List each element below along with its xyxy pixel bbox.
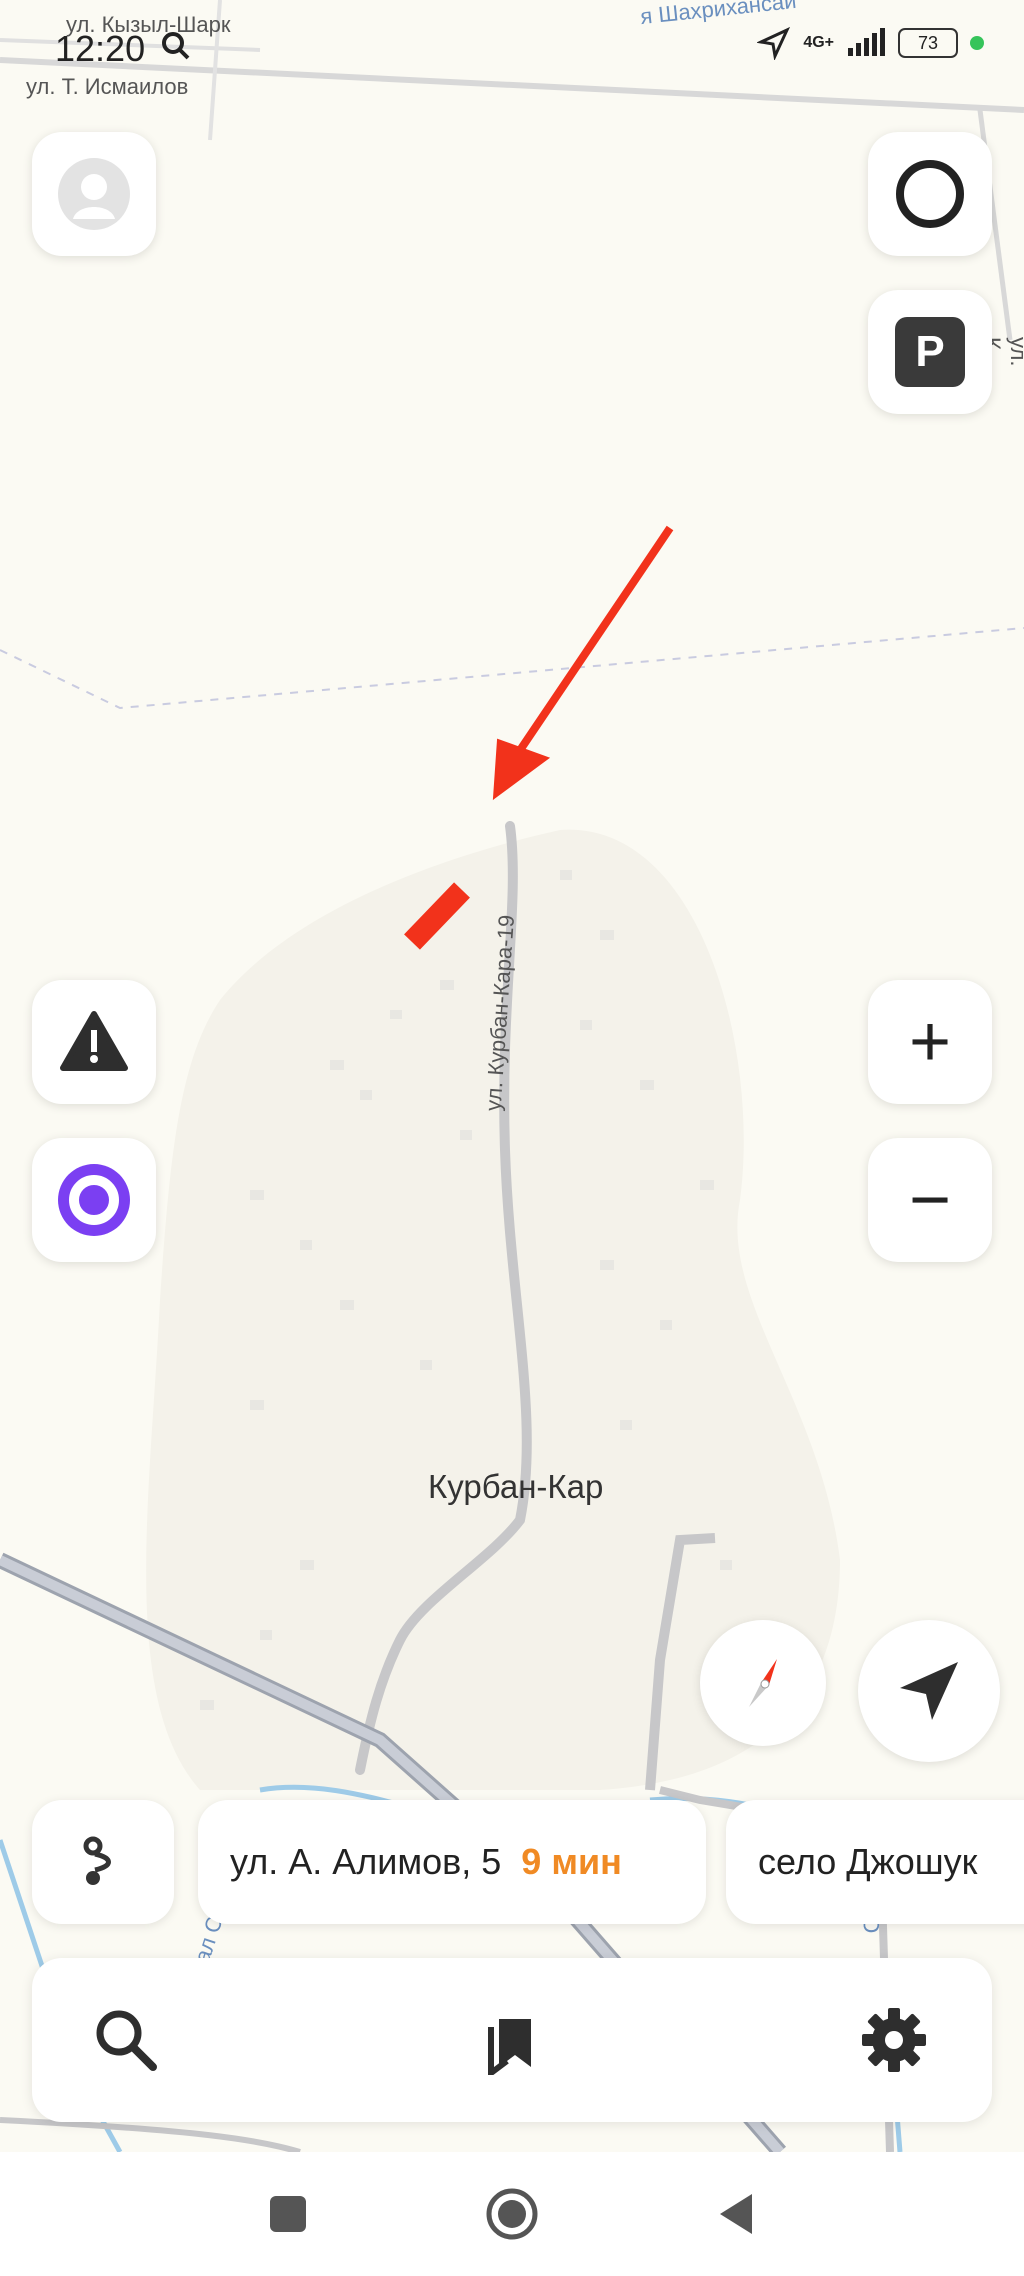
square-icon — [270, 2196, 306, 2232]
profile-button[interactable] — [32, 132, 156, 256]
status-search-icon — [162, 32, 190, 60]
network-type: 4G+ — [803, 34, 834, 51]
route-address: село Джошук — [758, 1841, 978, 1882]
status-time: 12:20 — [55, 28, 146, 69]
signal-icon — [848, 28, 885, 56]
alice-icon — [58, 1164, 130, 1236]
parking-icon: P — [895, 317, 965, 387]
plus-icon: + — [908, 1002, 952, 1082]
minus-icon: − — [908, 1160, 952, 1240]
my-location-button[interactable] — [858, 1620, 1000, 1762]
gear-icon — [862, 2008, 926, 2072]
alice-ring-icon — [896, 160, 964, 228]
avatar-icon — [58, 158, 130, 230]
triangle-icon — [720, 2194, 752, 2234]
road-events-button[interactable] — [32, 980, 156, 1104]
zoom-out-button[interactable]: − — [868, 1138, 992, 1262]
circle-icon — [486, 2188, 538, 2240]
back-button[interactable] — [706, 2184, 766, 2244]
alice-top-button[interactable] — [868, 132, 992, 256]
bookmarks-icon — [488, 2019, 531, 2075]
home-button[interactable] — [482, 2184, 542, 2244]
place-label: Курбан-Кар — [428, 1468, 604, 1505]
recents-button[interactable] — [258, 2184, 318, 2244]
compass-icon — [749, 1659, 777, 1707]
route-icon — [83, 1836, 111, 1885]
parking-button[interactable]: P — [868, 290, 992, 414]
locate-arrow-icon — [900, 1662, 958, 1720]
route-eta: 9 мин — [521, 1841, 622, 1882]
status-icons: 4G+ 73 — [757, 26, 984, 60]
zoom-in-button[interactable]: + — [868, 980, 992, 1104]
parking-label: P — [915, 327, 945, 376]
routes-button[interactable] — [32, 1800, 174, 1924]
street-label-ismailov: ул. Т. Исмаилов — [26, 74, 189, 99]
route-address: ул. А. Алимов, 5 — [230, 1841, 502, 1882]
warning-icon — [60, 1011, 128, 1071]
search-button[interactable] — [66, 1980, 186, 2100]
alice-button[interactable] — [32, 1138, 156, 1262]
route-chip-1[interactable]: ул. А. Алимов, 5 9 мин — [198, 1800, 706, 1924]
system-navigation-bar — [0, 2152, 1024, 2276]
annotation-arrow — [492, 525, 674, 801]
bookmarks-button[interactable] — [452, 1980, 572, 2100]
route-chip-2[interactable]: село Джошук — [726, 1800, 1024, 1924]
location-arrow-icon — [757, 26, 791, 60]
compass-button[interactable] — [700, 1620, 826, 1746]
bottom-toolbar — [32, 1958, 992, 2122]
battery-indicator: 73 — [898, 28, 958, 58]
search-icon — [96, 2010, 157, 2071]
privacy-dot — [970, 36, 984, 50]
settings-button[interactable] — [834, 1980, 954, 2100]
